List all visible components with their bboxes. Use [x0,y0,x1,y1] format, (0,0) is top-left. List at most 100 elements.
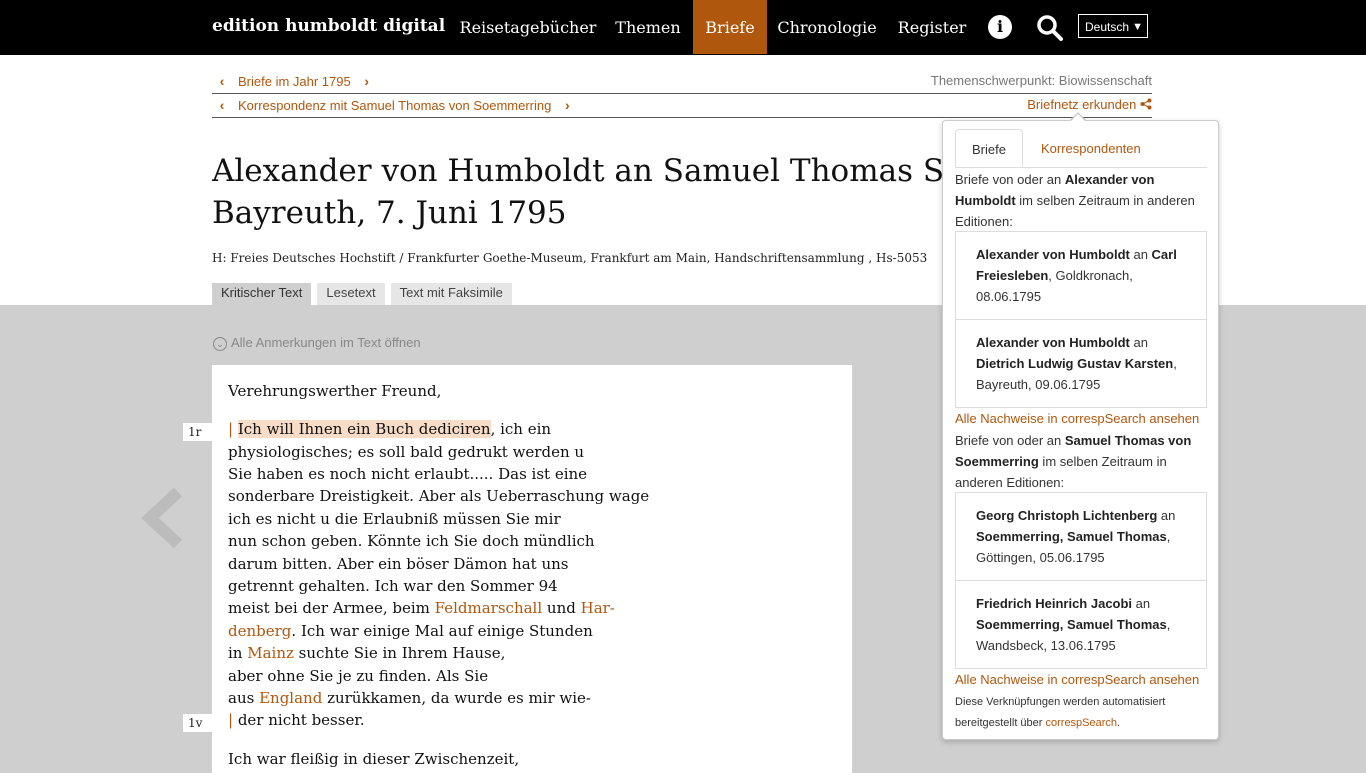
letter-text: in [228,644,248,662]
letter-sender: Alexander von Humboldt [976,335,1130,350]
letter-line: in Mainz suchte Sie in Ihrem Hause, [228,644,505,662]
popover-intro-humboldt: Briefe von oder an Alexander von Humbold… [955,169,1211,232]
language-select[interactable]: Deutsch ▼ [1078,14,1148,38]
letter-line: nun schon geben. Könnte ich Sie doch mün… [228,532,595,550]
letter-text: meist bei der Armee, beim [228,599,435,617]
popover-text: an [1129,247,1152,262]
related-letter-item[interactable]: Alexander von Humboldt an Carl Freiesleb… [956,232,1206,319]
letter-text: und [542,599,581,617]
view-tabs: Kritischer Text Lesetext Text mit Faksim… [212,283,518,305]
chevron-left-icon[interactable]: ‹ [212,73,232,89]
person-link-hardenberg[interactable]: Har- [581,599,615,617]
popover-text: Briefe von oder an [955,172,1065,187]
letter-recipient: Soemmerring, Samuel Thomas [976,617,1167,632]
related-letters-card: Alexander von Humboldt an Carl Freiesleb… [955,231,1207,408]
correspsearch-link[interactable]: correspSearch [1046,717,1118,729]
letter-line: | Ich will Ihnen ein Buch dediciren, ich… [228,420,551,438]
nav-chronologie[interactable]: Chronologie [769,0,885,54]
person-link-feldmarschall[interactable]: Feldmarschall [435,599,543,617]
letter-network-popover: Briefe Korrespondenten Briefe von oder a… [942,120,1219,740]
correspsearch-all-link[interactable]: Alle Nachweise in correspSearch ansehen [955,672,1199,687]
letter-text: der nicht besser. [233,711,365,729]
open-all-notes-button[interactable]: ⌄ Alle Anmerkungen im Text öffnen [213,335,421,351]
popover-text: an [1132,596,1151,611]
letter-line: getrennt gehalten. Ich war den Sommer 94 [228,577,558,595]
letter-salutation: Verehrungswerther Freund, [228,382,442,400]
related-letter-item[interactable]: Georg Christoph Lichtenberg an Soemmerri… [956,493,1206,580]
page-break-marker: | [228,420,234,438]
breadcrumb-correspondence: ‹ Korrespondenz mit Samuel Thomas von So… [212,93,1152,118]
person-link-hardenberg[interactable]: denberg [228,622,291,640]
title-line-2: Bayreuth, 7. Juni 1795 [212,195,567,231]
popover-text: an [1129,335,1148,350]
top-navigation-bar: edition humboldt digital Reisetagebücher… [0,0,1366,55]
related-letters-card: Georg Christoph Lichtenberg an Soemmerri… [955,492,1207,669]
place-link-england[interactable]: England [259,689,322,707]
popover-text: Briefe von oder an [955,433,1065,448]
letter-line: sonderbare Dreistigkeit. Aber als Ueberr… [228,487,650,505]
letter-line: meist bei der Armee, beim Feldmarschall … [228,599,615,617]
letter-text: , ich ein [490,420,552,438]
letter-network-label: Briefnetz erkunden [1027,97,1137,112]
annotated-text[interactable]: Ich will Ihnen ein Buch dediciren [237,420,491,438]
open-notes-label: Alle Anmerkungen im Text öffnen [231,335,421,350]
popover-text: . [1117,717,1121,729]
theme-label: Themenschwerpunkt: Biowissenschaft [930,73,1152,88]
folio-marker[interactable]: 1v [183,714,212,732]
chevron-left-icon[interactable]: ‹ [212,97,232,113]
chevron-down-icon: ▼ [1132,21,1143,33]
language-select-value: Deutsch [1085,20,1130,34]
nav-register[interactable]: Register [887,0,977,54]
manuscript-source: H: Freies Deutsches Hochstift / Frankfur… [212,251,928,265]
popover-text: an [1157,508,1176,523]
letter-line: aber ohne Sie je zu finden. Als Sie [228,667,489,685]
tab-kritischer-text[interactable]: Kritischer Text [212,283,312,305]
related-letter-item[interactable]: Friedrich Heinrich Jacobi an Soemmerring… [956,581,1206,668]
correspondence-link[interactable]: Korrespondenz mit Samuel Thomas von Soem… [232,98,557,113]
letter-text: zurükkamen, da wurde es mir wie- [322,689,591,707]
letter-network-button[interactable]: Briefnetz erkunden [1027,97,1152,112]
letter-line: | der nicht besser. [228,711,365,729]
letter-line: ich es nicht u die Erlaubniß müssen Sie … [228,510,561,528]
chevron-down-circle-icon: ⌄ [213,336,227,351]
letter-text: suchte Sie in Ihrem Hause, [293,644,506,662]
letter-sender: Alexander von Humboldt [976,247,1130,262]
year-letters-link[interactable]: Briefe im Jahr 1795 [232,74,357,89]
tab-lesetext[interactable]: Lesetext [317,283,385,305]
search-icon[interactable] [1036,14,1064,42]
folio-marker[interactable]: 1r [183,423,212,441]
info-icon[interactable]: i [988,15,1012,39]
letter-recipient: Dietrich Ludwig Gustav Karsten [976,356,1174,371]
chevron-right-icon[interactable]: › [357,73,377,89]
letter-text: aus [228,689,260,707]
letter-line: physiologisches; es soll bald gedrukt we… [228,443,585,461]
site-brand-link[interactable]: edition humboldt digital [212,16,445,36]
popover-footnote: Diese Verknüpfungen werden automatisiert… [955,692,1211,734]
tab-text-mit-faksimile[interactable]: Text mit Faksimile [390,283,512,305]
chevron-right-icon[interactable]: › [557,97,577,113]
popover-tab-briefe[interactable]: Briefe [955,129,1023,167]
place-link-mainz[interactable]: Mainz [247,644,294,662]
share-icon [1140,98,1152,110]
letter-line: Sie haben es noch nicht erlaubt..... Das… [228,465,588,483]
popover-intro-soemmerring: Briefe von oder an Samuel Thomas von Soe… [955,430,1211,493]
letter-sender: Georg Christoph Lichtenberg [976,508,1158,523]
letter-text: . Ich war einige Mal auf einige Stunden [291,622,593,640]
popover-tab-korrespondenten[interactable]: Korrespondenten [1025,129,1157,167]
nav-themen[interactable]: Themen [603,0,693,54]
letter-recipient: Soemmerring, Samuel Thomas [976,529,1167,544]
letter-line: Ich war fleißig in dieser Zwischenzeit, [228,750,520,768]
nav-reisetagebuecher[interactable]: Reisetagebücher [455,0,601,54]
breadcrumb-year: ‹ Briefe im Jahr 1795 › Themenschwerpunk… [212,70,1152,92]
correspsearch-all-link[interactable]: Alle Nachweise in correspSearch ansehen [955,411,1199,426]
title-line-1: Alexander von Humboldt an Samuel Thomas … [212,153,972,189]
letter-sender: Friedrich Heinrich Jacobi [976,596,1133,611]
related-letter-item[interactable]: Alexander von Humboldt an Dietrich Ludwi… [956,320,1206,407]
nav-briefe[interactable]: Briefe [693,0,767,54]
popover-tabs: Briefe Korrespondenten [955,129,1207,168]
letter-line: denberg. Ich war einige Mal auf einige S… [228,622,593,640]
previous-letter-arrow-icon[interactable] [140,486,186,550]
page-title: Alexander von Humboldt an Samuel Thomas … [212,150,972,234]
popover-caret-fill [1070,114,1086,122]
letter-line: darum bitten. Aber ein böser Dämon hat u… [228,555,569,573]
